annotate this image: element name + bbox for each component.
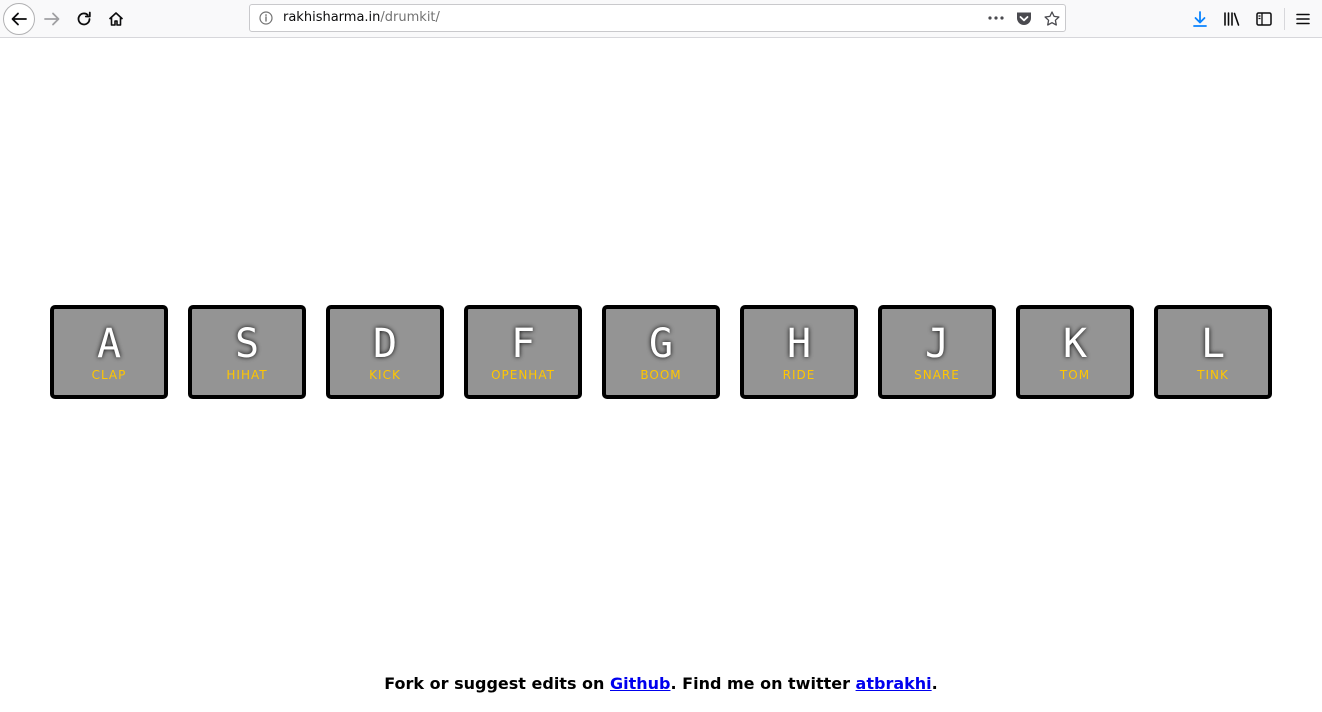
twitter-link[interactable]: atbrakhi [856,674,932,693]
key-sound: hihat [226,368,268,382]
key-g[interactable]: G boom [602,305,720,399]
url-bar[interactable]: rakhisharma.in/drumkit/ [249,4,1066,32]
key-f[interactable]: F openhat [464,305,582,399]
sidebar-button[interactable] [1248,3,1280,35]
home-icon [108,12,124,26]
key-letter: A [96,321,122,367]
key-letter: K [1062,321,1088,367]
back-button[interactable] [3,3,35,35]
footer-text-after: . [931,674,938,693]
key-letter: F [510,321,536,367]
key-letter: L [1200,321,1226,367]
key-sound: tink [1197,368,1229,382]
pocket-icon[interactable] [1016,11,1032,26]
info-icon[interactable] [259,11,273,25]
key-sound: snare [914,368,960,382]
key-l[interactable]: L tink [1154,305,1272,399]
key-letter: S [234,321,260,367]
toolbar-separator [1284,8,1285,30]
footer-text-before: Fork or suggest edits on [384,674,610,693]
key-s[interactable]: S hihat [188,305,306,399]
key-letter: J [924,321,950,367]
reload-icon [77,11,91,26]
download-icon [1193,11,1207,27]
forward-button[interactable] [36,3,68,35]
github-link[interactable]: Github [610,674,671,693]
key-sound: kick [369,368,401,382]
key-sound: openhat [491,368,555,382]
star-icon[interactable] [1044,11,1060,26]
menu-button[interactable] [1287,3,1319,35]
downloads-button[interactable] [1184,3,1216,35]
url-path: /drumkit/ [380,10,440,25]
url-text[interactable]: rakhisharma.in/drumkit/ [283,5,440,31]
key-j[interactable]: J snare [878,305,996,399]
key-k[interactable]: K tom [1016,305,1134,399]
key-sound: clap [91,368,127,382]
key-letter: H [786,321,812,367]
drum-keys: A clap S hihat D kick F openhat G boom H… [50,305,1272,399]
library-button[interactable] [1216,3,1248,35]
footer: Fork or suggest edits on Github. Find me… [0,674,1322,693]
home-button[interactable] [100,3,132,35]
key-a[interactable]: A clap [50,305,168,399]
library-icon [1224,12,1240,26]
menu-icon [1296,13,1310,25]
footer-text-middle: . Find me on twitter [670,674,856,693]
reload-button[interactable] [68,3,100,35]
more-dots-icon[interactable] [988,16,1004,20]
key-sound: tom [1059,368,1091,382]
key-h[interactable]: H ride [740,305,858,399]
key-sound: ride [782,368,816,382]
key-letter: D [372,321,398,367]
key-letter: G [648,321,674,367]
key-sound: boom [640,368,682,382]
browser-toolbar: rakhisharma.in/drumkit/ [0,0,1322,38]
url-domain: rakhisharma.in [283,10,381,25]
forward-arrow-icon [44,12,60,26]
sidebar-icon [1256,12,1272,26]
back-arrow-icon [11,12,27,26]
key-d[interactable]: D kick [326,305,444,399]
